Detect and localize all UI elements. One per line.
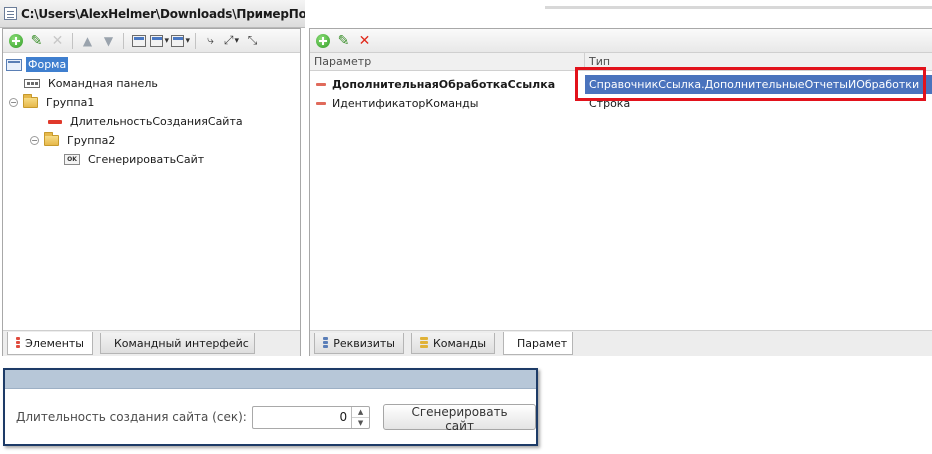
tree-item-label: ДлительностьСозданияСайта [70,115,243,128]
add-element-button[interactable] [6,32,25,50]
tree-item-label: Форма [26,57,69,72]
tree-item-label: СгенерироватьСайт [88,153,205,166]
edit-element-button[interactable]: ✎ [27,32,46,50]
tree-item-group2[interactable]: − Группа2 [3,131,300,150]
collapse-icon[interactable]: − [9,98,18,107]
layout-dropdown-button[interactable] [171,32,190,50]
link-icon: ⤷ [207,33,214,47]
tab-elements[interactable]: Элементы [7,332,93,355]
move-down-button[interactable]: ▼ [99,32,118,50]
monitor-icon [150,34,164,47]
tab-attributes[interactable]: Реквизиты [314,333,404,354]
param-name: ИдентификаторКоманды [332,97,479,110]
form-header [5,370,536,389]
expand-button[interactable]: ⤡ [243,32,262,50]
duration-spinner[interactable]: ▲ ▼ [351,406,370,428]
tree-item-site-duration[interactable]: ДлительностьСозданияСайта [3,112,300,131]
left-tabs: Элементы Командный интерфейс [3,330,300,356]
param-cell: ИдентификаторКоманды [316,94,585,113]
tab-label: Реквизиты [333,336,395,350]
configurator-editor: C:\Users\AlexHelmer\Downloads\ПримерПодк… [0,0,932,362]
tree-item-form[interactable]: Форма [3,55,300,74]
toolbar-divider [123,32,124,49]
tree-item-label: Командная панель [48,77,158,90]
tree-item-generate-site[interactable]: OK СгенерироватьСайт [3,150,300,169]
right-tabs: Реквизиты Команды Парамет [310,330,932,356]
layout-icon [171,34,185,47]
commands-tab-icon [420,337,428,349]
add-icon [315,33,330,48]
param-cell: ДополнительнаяОбработкаСсылка [316,75,585,94]
param-name: ДополнительнаяОбработкаСсылка [332,78,556,91]
link-button[interactable]: ⤷ [201,32,220,50]
delete-element-button[interactable]: ✕ [48,32,67,50]
collapse-icon[interactable]: − [30,136,39,145]
resize-icon: ⤢ [223,33,234,47]
tab-commands[interactable]: Команды [411,333,495,354]
tab-label: Парамет [517,336,568,350]
elements-tab-icon [16,337,21,349]
toolbar-divider [195,32,196,49]
attribute-icon [316,102,326,105]
spin-down-icon[interactable]: ▼ [352,418,369,428]
expand-icon: ⤡ [247,33,258,47]
resize-dropdown-button[interactable]: ⤢ [222,32,241,50]
properties-icon [131,34,146,47]
properties-button[interactable] [129,32,148,50]
elements-tree: Форма Командная панель − Группа1 Длитель… [3,53,300,169]
column-header-param[interactable]: Параметр [310,53,585,71]
elements-panel: ✎ ✕ ▲ ▼ ⤷ ⤢ ⤡ Форма Командная панель [2,28,301,356]
add-parameter-button[interactable] [313,32,332,50]
ok-button-icon: OK [64,154,80,165]
annotation-highlight-frame [575,67,926,101]
form-body: Длительность создания сайта (сек): ▲ ▼ С… [5,390,536,444]
parameters-toolbar: ✎ ✕ [310,29,932,53]
tree-item-label: Группа2 [67,134,116,147]
site-duration-input[interactable] [252,406,352,428]
tab-parameters[interactable]: Парамет [503,332,573,355]
add-icon [8,33,23,48]
tab-label: Элементы [25,336,84,350]
form-icon [6,58,22,71]
site-duration-field[interactable]: ▲ ▼ [251,405,371,429]
window-title: C:\Users\AlexHelmer\Downloads\ПримерПодк… [21,6,305,21]
spin-up-icon[interactable]: ▲ [352,407,370,418]
delete-parameter-button[interactable]: ✕ [355,32,374,50]
folder-icon [44,132,59,146]
folder-icon [23,94,38,108]
tab-label: Командный интерфейс [114,336,249,350]
attribute-icon [316,83,326,86]
title-bar: C:\Users\AlexHelmer\Downloads\ПримерПодк… [0,0,305,28]
tab-command-interface[interactable]: Командный интерфейс [100,333,255,354]
attributes-tab-icon [323,337,329,349]
move-up-button[interactable]: ▲ [78,32,97,50]
document-icon [4,7,17,20]
tree-item-group1[interactable]: − Группа1 [3,93,300,112]
form-preview-window: Длительность создания сайта (сек): ▲ ▼ С… [3,368,538,446]
tab-label: Команды [432,336,486,350]
elements-toolbar: ✎ ✕ ▲ ▼ ⤷ ⤢ ⤡ [3,29,300,53]
tree-item-command-panel[interactable]: Командная панель [3,74,300,93]
title-strip [305,0,932,28]
command-panel-icon [24,79,40,88]
site-duration-label: Длительность создания сайта (сек): [16,410,247,424]
edit-parameter-button[interactable]: ✎ [334,32,353,50]
view-dropdown-button[interactable] [150,32,169,50]
attribute-icon [48,119,62,124]
toolbar-divider [72,32,73,49]
generate-site-button[interactable]: Сгенерировать сайт [383,404,536,433]
tree-item-label: Группа1 [46,96,95,109]
